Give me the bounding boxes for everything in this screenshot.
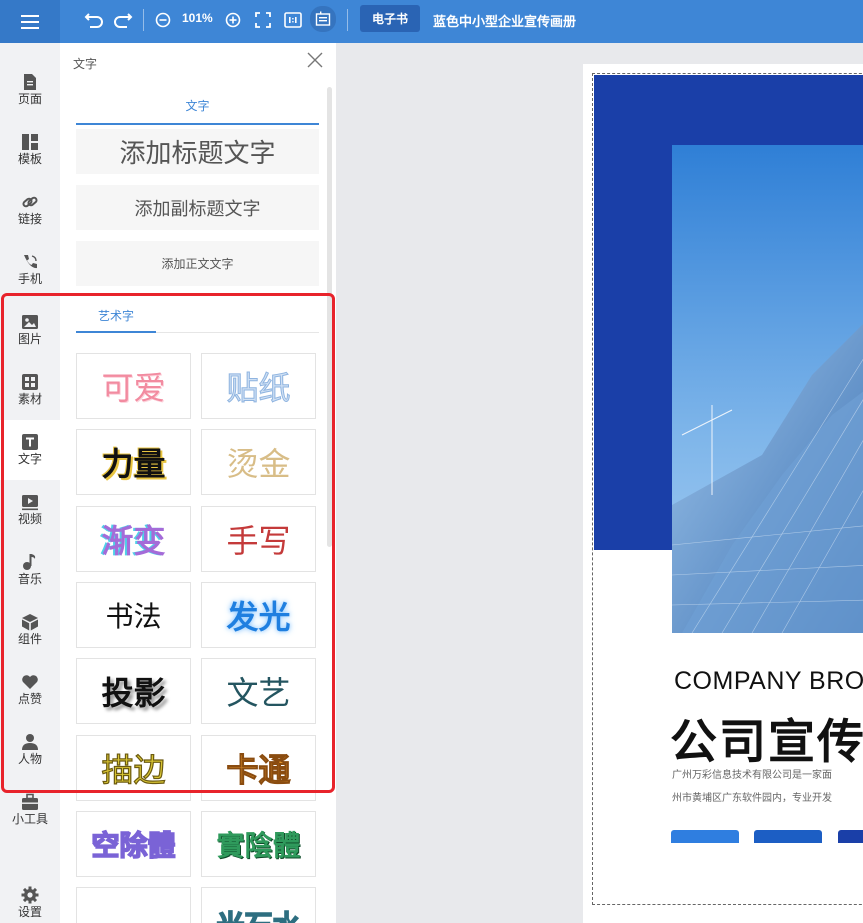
sidebar-item-page[interactable]: 页面 — [0, 60, 60, 120]
menu-button[interactable] — [0, 0, 60, 43]
ebook-button[interactable]: 电子书 — [360, 5, 420, 32]
art-text-handwrite[interactable]: 手写 — [201, 506, 316, 572]
phone-icon — [24, 255, 37, 269]
toolbar-divider — [347, 9, 348, 31]
sidebar-item-music[interactable]: 音乐 — [0, 540, 60, 600]
sidebar-item-image[interactable]: 图片 — [0, 300, 60, 360]
close-icon[interactable] — [306, 51, 324, 69]
art-text-item[interactable] — [76, 887, 191, 923]
art-text-hollow[interactable]: 空除體 — [76, 811, 191, 877]
document-title[interactable]: 蓝色中小型企业宣传画册 — [433, 11, 576, 30]
gear-icon — [21, 886, 39, 904]
sidebar-item-label: 模板 — [17, 152, 42, 166]
page-layout-button[interactable] — [310, 6, 336, 32]
art-text-gradient[interactable]: 渐变 — [76, 506, 191, 572]
sidebar-item-text[interactable]: 文字 — [0, 420, 60, 480]
sidebar-item-label: 视频 — [17, 512, 42, 526]
company-description-line[interactable]: 广州万彩信息技术有限公司是一家面 — [672, 766, 832, 781]
sidebar-item-person[interactable]: 人物 — [0, 720, 60, 780]
art-text-shadow[interactable]: 投影 — [76, 658, 191, 724]
tab-art-text[interactable]: 艺术字 — [76, 301, 156, 333]
link-icon — [22, 196, 38, 208]
canvas-area[interactable]: COMPANY BRO 公司宣传 广州万彩信息技术有限公司是一家面 州市黄埔区广… — [336, 43, 863, 923]
text-icon — [22, 434, 38, 450]
decor-bar[interactable] — [754, 830, 822, 843]
one-to-one-icon — [284, 12, 302, 28]
sidebar-item-label: 素材 — [17, 392, 42, 406]
art-text-power[interactable]: 力量 — [76, 429, 191, 495]
panel-scrollbar[interactable] — [327, 87, 332, 547]
sidebar-item-template[interactable]: 模板 — [0, 120, 60, 180]
hamburger-icon — [21, 14, 39, 29]
sidebar-item-phone[interactable]: 手机 — [0, 240, 60, 300]
zoom-out-button[interactable] — [151, 8, 175, 32]
person-icon — [22, 734, 38, 750]
sidebar-item-component[interactable]: 组件 — [0, 600, 60, 660]
sidebar-item-label: 链接 — [17, 212, 42, 226]
art-text-cartoon[interactable]: 卡通 — [201, 735, 316, 801]
sidebar-item-label: 图片 — [17, 332, 42, 346]
art-text-calligraphy[interactable]: 书法 — [76, 582, 191, 648]
art-text-literary[interactable]: 文艺 — [201, 658, 316, 724]
image-icon — [22, 315, 38, 329]
art-text-item[interactable]: 光石水 — [201, 887, 316, 923]
music-icon — [23, 554, 36, 570]
panel-title: 文字 — [73, 57, 98, 71]
art-text-gold[interactable]: 烫金 — [201, 429, 316, 495]
sidebar-item-label: 点赞 — [17, 692, 42, 706]
material-icon — [22, 374, 38, 390]
sidebar-item-material[interactable]: 素材 — [0, 360, 60, 420]
art-text-glow[interactable]: 发光 — [201, 582, 316, 648]
fullscreen-icon — [255, 12, 271, 28]
top-toolbar: 101% 电子书 蓝色中小型企业宣传画册 — [0, 0, 863, 43]
sidebar-item-like[interactable]: 点赞 — [0, 660, 60, 720]
decor-bar[interactable] — [671, 830, 739, 843]
art-text-cute[interactable]: 可爱 — [76, 353, 191, 419]
add-body-text-button[interactable]: 添加正文文字 — [76, 241, 319, 286]
sidebar-item-tools[interactable]: 小工具 — [0, 780, 60, 840]
art-text-solid[interactable]: 實陰體 — [201, 811, 316, 877]
art-text-stroke[interactable]: 描边 — [76, 735, 191, 801]
art-text-sticker[interactable]: 贴纸 — [201, 353, 316, 419]
sidebar-item-label: 手机 — [17, 272, 42, 286]
zoom-in-icon — [225, 12, 241, 28]
text-panel: 文字 文字 添加标题文字 添加副标题文字 添加正文文字 艺术字 可爱 贴纸 力量… — [60, 43, 336, 923]
zoom-in-button[interactable] — [221, 8, 245, 32]
company-title-cn[interactable]: 公司宣传 — [670, 703, 863, 772]
sidebar-item-label: 设置 — [17, 905, 42, 919]
sidebar-item-link[interactable]: 链接 — [0, 180, 60, 240]
undo-button[interactable] — [82, 8, 106, 32]
add-subtitle-text-button[interactable]: 添加副标题文字 — [76, 185, 319, 230]
component-icon — [22, 614, 38, 631]
sidebar-item-label: 人物 — [17, 752, 42, 766]
video-icon — [22, 495, 38, 511]
sidebar-item-label: 组件 — [17, 632, 42, 646]
zoom-out-icon — [155, 12, 171, 28]
page-icon — [24, 74, 36, 90]
sidebar-item-settings[interactable]: 设置 — [0, 873, 60, 923]
company-title-en[interactable]: COMPANY BRO — [674, 667, 863, 696]
undo-icon — [84, 13, 103, 28]
actual-size-button[interactable] — [281, 8, 305, 32]
tab-text[interactable]: 文字 — [76, 87, 319, 125]
toolbar-divider — [143, 9, 144, 31]
sidebar-item-label: 音乐 — [17, 572, 42, 586]
company-description-line[interactable]: 州市黄埔区广东软件园内，专业开发 — [672, 789, 832, 804]
template-icon — [22, 134, 38, 150]
decor-bar[interactable] — [838, 830, 863, 843]
zoom-level: 101% — [182, 11, 213, 25]
toolbox-icon — [22, 793, 38, 810]
heart-icon — [22, 675, 38, 689]
sidebar-item-label: 页面 — [17, 92, 42, 106]
redo-icon — [114, 13, 133, 28]
left-sidebar: 页面 模板 链接 手机 图片 素材 文字 视频 音乐 组件 点赞 人物 小工具 … — [0, 43, 60, 923]
sidebar-item-label: 文字 — [17, 452, 42, 466]
redo-button[interactable] — [111, 8, 135, 32]
fit-screen-button[interactable] — [251, 8, 275, 32]
sidebar-item-video[interactable]: 视频 — [0, 480, 60, 540]
layout-icon — [315, 11, 331, 26]
sidebar-item-label: 小工具 — [11, 812, 48, 826]
add-title-text-button[interactable]: 添加标题文字 — [76, 129, 319, 174]
